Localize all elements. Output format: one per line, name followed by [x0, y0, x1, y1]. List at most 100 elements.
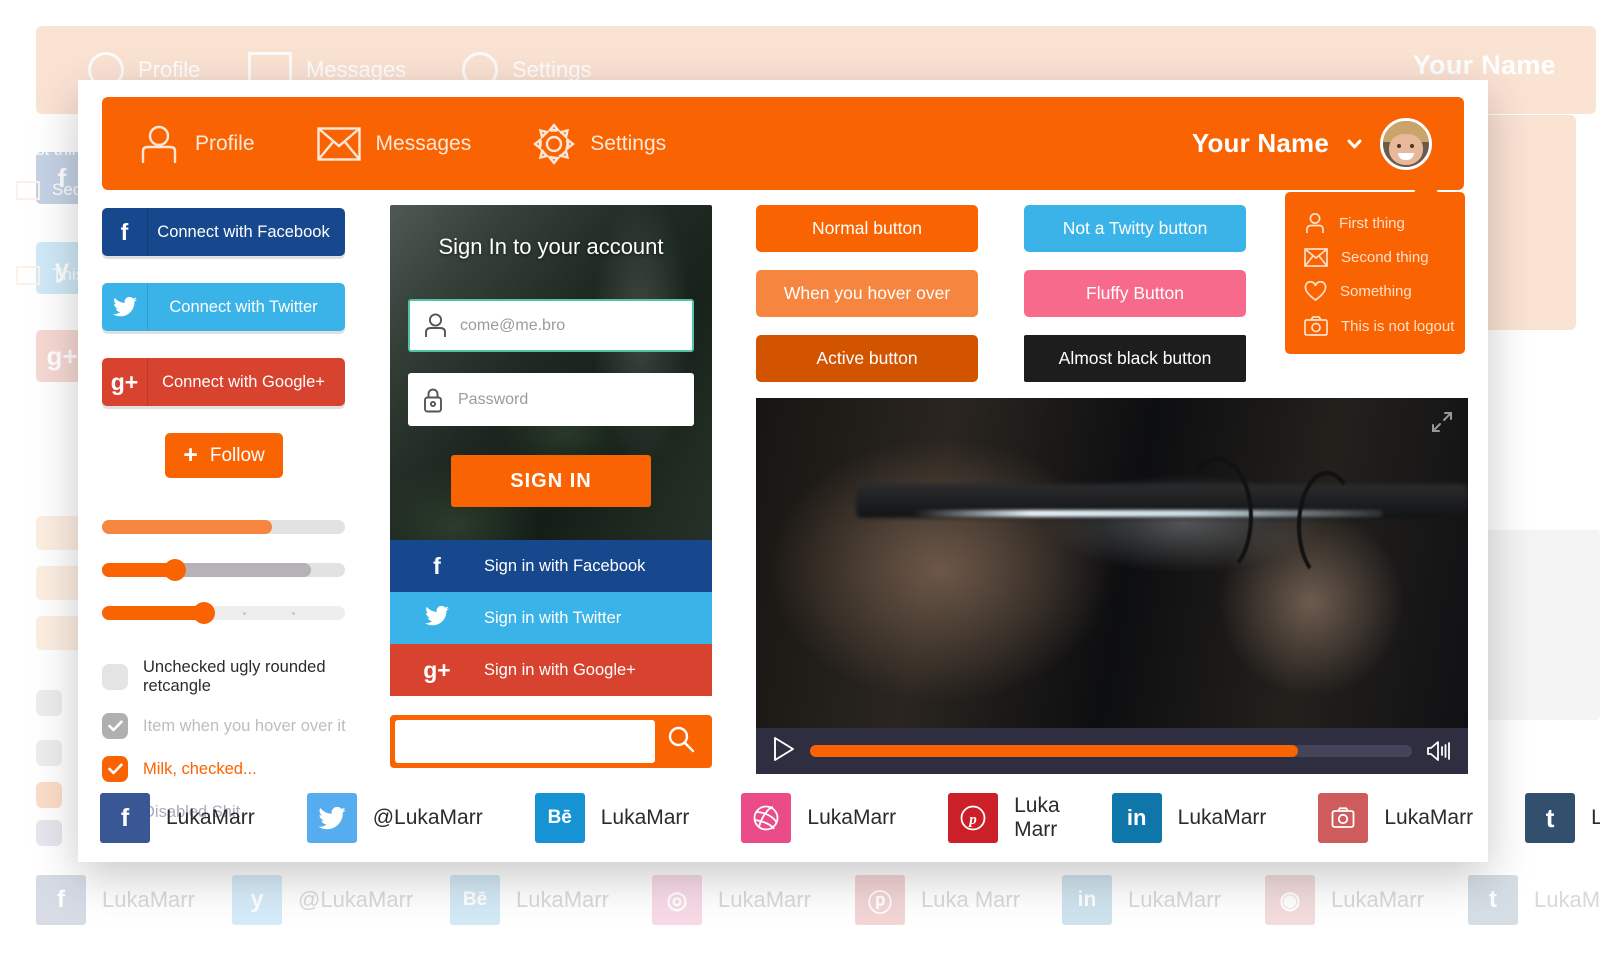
play-icon[interactable]	[772, 736, 796, 767]
slider-stepped[interactable]	[102, 602, 345, 624]
dropdown-item-logout[interactable]: This is not logout	[1285, 309, 1465, 343]
nav-label: Messages	[375, 131, 472, 155]
ghost-checkbox	[36, 820, 62, 846]
footer-item-pinterest[interactable]: p Luka Marr	[948, 793, 1060, 843]
search-icon	[666, 724, 696, 759]
slider-handle[interactable]	[163, 559, 186, 581]
password-input[interactable]	[458, 390, 694, 409]
svg-text:p: p	[967, 812, 977, 828]
video-frame-image	[756, 398, 1468, 728]
ghost-footer-item: in LukaMarr	[1062, 875, 1221, 925]
footer-item-behance[interactable]: Bē LukaMarr	[534, 793, 690, 843]
expand-icon[interactable]	[1430, 410, 1454, 439]
connect-facebook-label: Connect with Facebook	[157, 222, 330, 241]
signin-facebook-label: Sign in with Facebook	[484, 556, 646, 575]
signin-title: Sign In to your account	[438, 234, 664, 259]
ghost-checkbox	[36, 740, 62, 766]
slider-handle[interactable]	[193, 602, 216, 624]
connect-twitter-button[interactable]: Connect with Twitter	[102, 283, 345, 331]
ghost-footer-item: ◉ LukaMarr	[1265, 875, 1424, 925]
ghost-footer-item: ⓟ Luka Marr	[855, 875, 1020, 925]
ghost-footer-item: y @LukaMarr	[232, 875, 413, 925]
video-progress-bar[interactable]	[810, 745, 1412, 757]
ghost-checkbox	[36, 690, 62, 716]
checkbox-unchecked[interactable]	[102, 664, 128, 690]
dropdown-label: First thing	[1339, 214, 1405, 232]
lock-icon	[408, 375, 458, 425]
ghost-camera-icon	[16, 265, 40, 285]
twitter-bird-icon	[390, 605, 484, 631]
ghost-footer-label: LukaMarr	[516, 887, 609, 912]
top-navigation-bar: Profile Messages Settings Your Name	[102, 97, 1464, 190]
demo-button-normal[interactable]: Normal button	[756, 205, 978, 252]
email-field-wrapper[interactable]	[408, 299, 694, 352]
ghost-footer-label: LukaMarr	[102, 887, 195, 912]
signin-google-row[interactable]: g+ Sign in with Google+	[390, 644, 712, 696]
dribbble-icon	[741, 793, 792, 843]
nav-item-settings[interactable]: Settings	[533, 122, 666, 165]
user-menu-trigger[interactable]: Your Name	[1192, 117, 1464, 170]
slider-tick	[242, 612, 246, 615]
follow-button[interactable]: + Follow	[165, 433, 283, 478]
social-signin-group: f Sign in with Facebook Sign in with Twi…	[390, 540, 712, 696]
nav-item-profile[interactable]: Profile	[138, 124, 255, 164]
dropdown-item-first[interactable]: First thing	[1285, 205, 1465, 241]
video-cable-detail	[1183, 457, 1254, 578]
demo-button-active[interactable]: Active button	[756, 335, 978, 382]
video-cable-detail	[1297, 470, 1358, 581]
connect-google-button[interactable]: g+ Connect with Google+	[102, 358, 345, 406]
nav-item-messages[interactable]: Messages	[316, 126, 472, 161]
avatar-face	[1389, 134, 1423, 165]
ghost-footer-item: ◎ LukaMarr	[652, 875, 811, 925]
connect-google-label: Connect with Google+	[162, 372, 325, 391]
envelope-icon	[1304, 248, 1328, 267]
slider-with-handle[interactable]	[102, 559, 345, 581]
footer-item-instagram[interactable]: LukaMarr	[1318, 793, 1473, 843]
footer-handle: @LukaMarr	[372, 806, 483, 829]
password-field-wrapper[interactable]	[408, 373, 694, 426]
chevron-down-icon	[1345, 134, 1364, 153]
ghost-instagram-icon: ◉	[1265, 875, 1315, 925]
plus-icon: +	[183, 441, 198, 469]
connect-facebook-button[interactable]: f Connect with Facebook	[102, 208, 345, 256]
footer-item-tumblr[interactable]: t LukaMarr	[1525, 793, 1600, 843]
dropdown-label: Something	[1340, 283, 1412, 300]
avatar[interactable]	[1380, 117, 1432, 170]
twitter-bird-icon	[306, 793, 357, 843]
demo-button-twitter[interactable]: Not a Twitty button	[1024, 205, 1246, 252]
checkbox-label: Item when you hover over it	[143, 716, 346, 735]
search-button[interactable]	[655, 720, 707, 763]
ghost-linkedin-icon: in	[1062, 875, 1112, 925]
search-box	[390, 715, 712, 768]
email-input[interactable]	[460, 316, 692, 335]
main-window: Profile Messages Settings Your Name f Co…	[78, 80, 1600, 862]
demo-button-fluffy[interactable]: Fluffy Button	[1024, 270, 1246, 317]
demo-button-hover[interactable]: When you hover over	[756, 270, 978, 317]
signin-facebook-row[interactable]: f Sign in with Facebook	[390, 540, 712, 592]
linkedin-icon: in	[1111, 793, 1162, 843]
footer-handle: LukaMarr	[1591, 806, 1600, 829]
checkbox-row-hover[interactable]: Item when you hover over it	[102, 713, 370, 739]
ghost-footer-label: LukaMarr	[718, 887, 811, 912]
search-input[interactable]	[395, 720, 655, 763]
footer-item-facebook[interactable]: f LukaMarr	[100, 793, 255, 843]
footer-handle: LukaMarr	[1384, 806, 1474, 829]
dropdown-item-something[interactable]: Something	[1285, 274, 1465, 309]
slider-no-handle[interactable]	[102, 520, 345, 534]
volume-icon[interactable]	[1426, 739, 1452, 763]
signin-submit-button[interactable]: SIGN IN	[451, 455, 651, 507]
ghost-footer-label: LukaMarr	[1128, 887, 1221, 912]
signin-twitter-row[interactable]: Sign in with Twitter	[390, 592, 712, 644]
footer-item-linkedin[interactable]: in LukaMarr	[1111, 793, 1266, 843]
connect-twitter-label: Connect with Twitter	[169, 297, 318, 316]
google-plus-icon: g+	[102, 358, 148, 406]
footer-item-dribbble[interactable]: LukaMarr	[741, 793, 896, 843]
checkbox-row-unchecked[interactable]: Unchecked ugly rounded retcangle	[102, 658, 370, 696]
footer-item-twitter[interactable]: @LukaMarr	[306, 793, 483, 843]
footer-handle: LukaMarr	[600, 806, 690, 829]
dropdown-item-second[interactable]: Second thing	[1285, 241, 1465, 274]
left-column: f Connect with Facebook Connect with Twi…	[102, 208, 370, 842]
demo-button-black[interactable]: Almost black button	[1024, 335, 1246, 382]
checkbox-hover[interactable]	[102, 713, 128, 739]
ghost-footer-label: LukaMarr	[1534, 887, 1600, 912]
